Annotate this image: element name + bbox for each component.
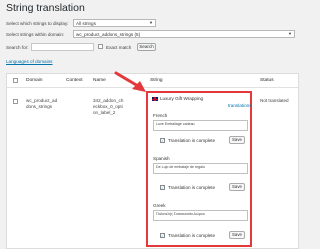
exact-match-label: Exact match <box>106 45 132 50</box>
annotation-arrow <box>114 71 146 92</box>
row-status: Not translated <box>260 98 289 103</box>
domain-filter-label: Select strings within domain: <box>6 32 65 37</box>
header-context: Context <box>66 78 83 83</box>
language-label-french: French <box>153 113 168 118</box>
complete-label-spanish: Translation is complete <box>168 185 216 190</box>
save-button-french[interactable]: Save <box>229 136 245 144</box>
row-checkbox[interactable] <box>13 99 18 104</box>
header-domain: Domain <box>26 78 43 83</box>
complete-checkbox-spanish[interactable]: ✓ <box>160 185 165 190</box>
domain-select[interactable]: wc_product_addons_strings (5) ▼ <box>73 30 295 38</box>
header-string: String <box>150 78 163 83</box>
complete-label-french: Translation is complete <box>168 138 216 143</box>
translation-field-greek[interactable]: Πολυτελής Συσκευασία Δώρου <box>153 210 248 221</box>
complete-label-greek: Translation is complete <box>168 233 216 238</box>
uk-flag-icon <box>152 97 158 101</box>
translation-panel: Luxury Gift Wrapping translations French… <box>146 91 252 247</box>
header-status: Status <box>260 78 274 83</box>
header-name: Name <box>93 78 106 83</box>
strings-select[interactable]: All strings ▼ <box>73 19 156 27</box>
save-button-spanish[interactable]: Save <box>229 183 245 191</box>
chevron-down-icon: ▼ <box>149 20 153 25</box>
languages-of-domains-link[interactable]: Languages of domains <box>6 59 52 64</box>
save-button-greek[interactable]: Save <box>229 231 245 239</box>
search-input[interactable] <box>31 43 94 51</box>
row-domain: wc_product_ad dons_strings <box>26 98 58 109</box>
language-label-spanish: Spanish <box>153 156 170 161</box>
chevron-down-icon: ▼ <box>288 31 292 36</box>
language-label-greek: Greek <box>153 203 166 208</box>
search-button[interactable]: Search <box>137 43 156 51</box>
domain-select-value: wc_product_addons_strings (5) <box>76 32 141 37</box>
exact-match-checkbox[interactable] <box>98 44 103 49</box>
select-all-checkbox[interactable] <box>13 78 18 83</box>
strings-filter-label: Select which strings to display: <box>6 21 69 26</box>
original-string: Luxury Gift Wrapping <box>160 96 204 101</box>
search-label: Search for: <box>6 45 29 50</box>
complete-checkbox-french[interactable]: ✓ <box>160 138 165 143</box>
table-header: Domain Context Name String Status <box>7 74 298 88</box>
translation-field-spanish[interactable]: De Lujo de embalaje de regalo <box>153 163 248 174</box>
complete-checkbox-greek[interactable]: ✓ <box>160 233 165 238</box>
page-title: String translation <box>6 2 85 14</box>
strings-select-value: All strings <box>76 21 96 26</box>
row-name: 342_addon_ch eckbox_0_opti on_label_2 <box>93 98 124 115</box>
translation-field-french[interactable]: Luxe Emballage cadeau <box>153 120 248 131</box>
translations-link[interactable]: translations <box>228 103 252 108</box>
